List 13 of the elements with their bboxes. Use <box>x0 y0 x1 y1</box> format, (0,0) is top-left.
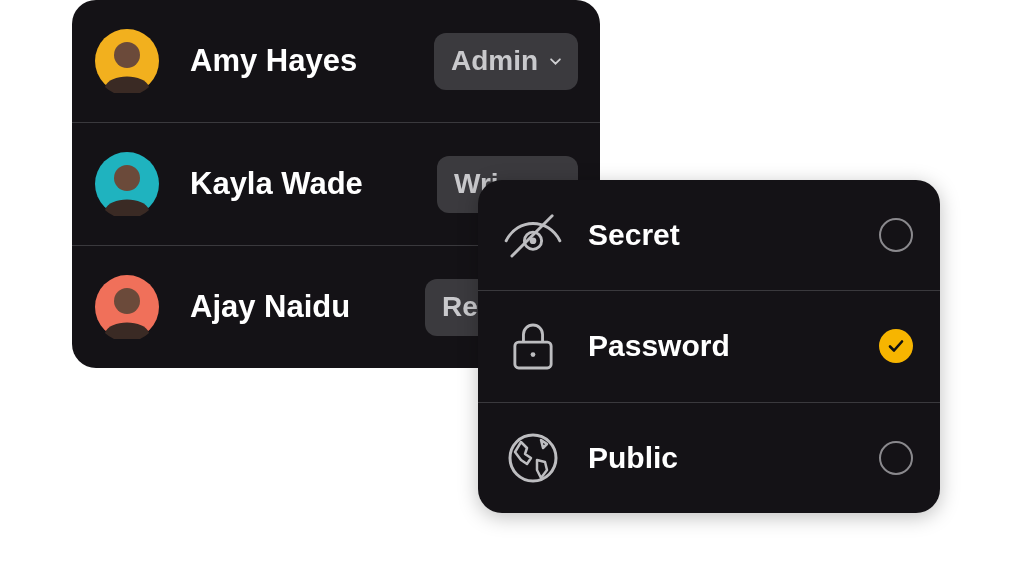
lock-icon <box>512 321 554 372</box>
visibility-option[interactable]: Password <box>478 291 940 403</box>
globe-icon <box>507 431 559 484</box>
member-name: Ajay Naidu <box>190 289 352 325</box>
member-name: Amy Hayes <box>190 43 359 79</box>
radio-button[interactable] <box>879 329 913 364</box>
role-dropdown[interactable]: Admin <box>434 32 578 90</box>
visibility-option[interactable]: Public <box>478 402 940 513</box>
radio-button[interactable] <box>879 218 913 253</box>
eye-off-icon <box>502 212 564 259</box>
caret-icon <box>550 57 561 65</box>
member-name: Kayla Wade <box>190 166 364 202</box>
radio-button[interactable] <box>879 440 913 475</box>
